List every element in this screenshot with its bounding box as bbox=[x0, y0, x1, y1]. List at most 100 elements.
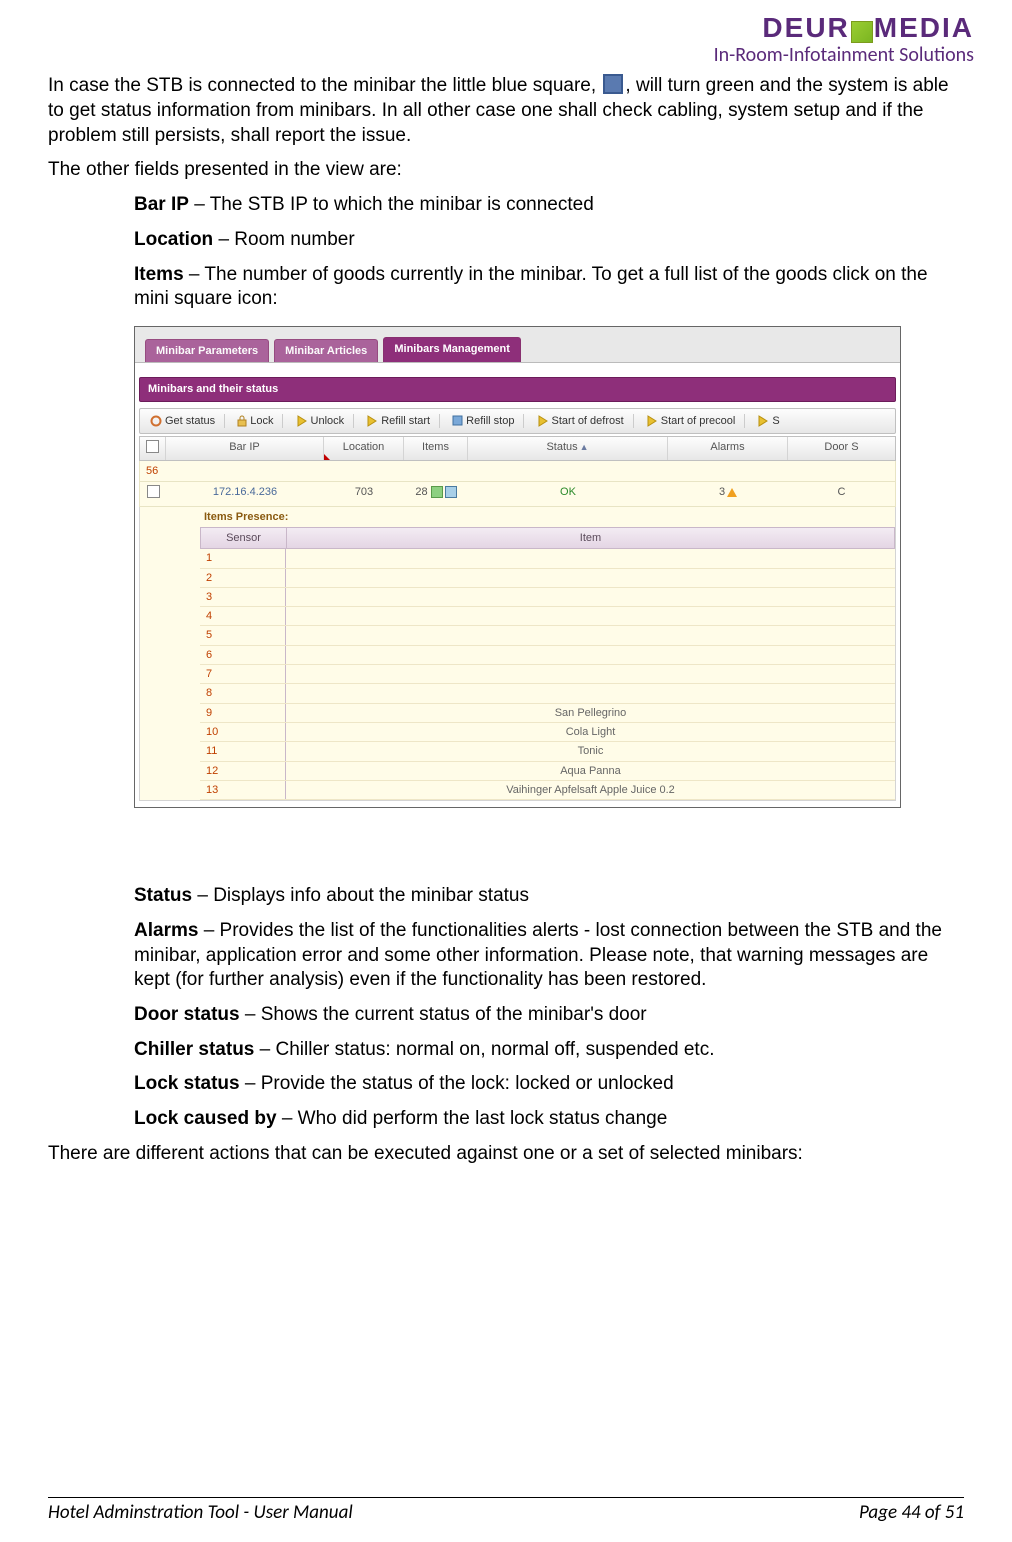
items-presence-row: 6 bbox=[200, 646, 895, 665]
cell-item: Aqua Panna bbox=[286, 762, 895, 780]
cell-item bbox=[286, 665, 895, 683]
play-icon bbox=[537, 415, 549, 427]
cell-sensor: 4 bbox=[200, 607, 286, 625]
items-green-icon[interactable] bbox=[431, 486, 443, 498]
items-presence-row: 8 bbox=[200, 684, 895, 703]
field-items: Items – The number of goods currently in… bbox=[134, 263, 964, 312]
cell-sensor: 12 bbox=[200, 762, 286, 780]
refresh-icon bbox=[150, 415, 162, 427]
cell-item bbox=[286, 569, 895, 587]
toolbar: Get status Lock Unlock Refill start Refi… bbox=[139, 408, 896, 434]
data-row[interactable]: 172.16.4.236 703 28 OK 3 C bbox=[139, 482, 896, 506]
play-icon bbox=[646, 415, 658, 427]
items-presence-row: 7 bbox=[200, 665, 895, 684]
items-presence-row: 12Aqua Panna bbox=[200, 762, 895, 781]
items-detail-icon[interactable] bbox=[445, 486, 457, 498]
field-alarms: Alarms – Provides the list of the functi… bbox=[134, 919, 964, 993]
grid-header: Bar IP Location Items Status▲ Alarms Doo… bbox=[139, 436, 896, 461]
tab-minibar-parameters[interactable]: Minibar Parameters bbox=[145, 339, 269, 362]
items-presence-panel: Items Presence: Sensor Item 123456789San… bbox=[139, 507, 896, 801]
warning-icon bbox=[727, 488, 737, 497]
items-presence-row: 9San Pellegrino bbox=[200, 704, 895, 723]
cell-item bbox=[286, 626, 895, 644]
col-sensor[interactable]: Sensor bbox=[201, 528, 287, 548]
cell-door: C bbox=[788, 482, 895, 505]
cell-bar-ip: 172.16.4.236 bbox=[166, 482, 324, 505]
lock-icon bbox=[237, 415, 247, 427]
page-footer: Hotel Adminstration Tool - User Manual P… bbox=[48, 1497, 964, 1526]
col-alarms[interactable]: Alarms bbox=[668, 437, 788, 460]
cell-sensor: 3 bbox=[200, 588, 286, 606]
items-presence-row: 4 bbox=[200, 607, 895, 626]
sort-marker-icon bbox=[324, 454, 330, 460]
col-status[interactable]: Status▲ bbox=[468, 437, 668, 460]
blue-square-icon bbox=[603, 74, 623, 94]
tab-bar: Minibar Parameters Minibar Articles Mini… bbox=[135, 327, 900, 363]
col-bar-ip[interactable]: Bar IP bbox=[166, 437, 324, 460]
items-presence-row: 13Vaihinger Apfelsaft Apple Juice 0.2 bbox=[200, 781, 895, 800]
unlock-button[interactable]: Unlock bbox=[290, 412, 351, 430]
cell-sensor: 11 bbox=[200, 742, 286, 760]
cell-sensor: 5 bbox=[200, 626, 286, 644]
tab-minibar-articles[interactable]: Minibar Articles bbox=[274, 339, 378, 362]
cell-sensor: 1 bbox=[200, 549, 286, 567]
get-status-button[interactable]: Get status bbox=[144, 412, 221, 430]
cell-items: 28 bbox=[404, 482, 468, 505]
row-checkbox[interactable] bbox=[147, 485, 160, 498]
cell-item: Vaihinger Apfelsaft Apple Juice 0.2 bbox=[286, 781, 895, 799]
cell-item: Cola Light bbox=[286, 723, 895, 741]
field-bar-ip: Bar IP – The STB IP to which the minibar… bbox=[134, 193, 964, 218]
cell-item bbox=[286, 646, 895, 664]
cell-item bbox=[286, 549, 895, 567]
col-item[interactable]: Item bbox=[287, 528, 894, 548]
cell-item: San Pellegrino bbox=[286, 704, 895, 722]
cell-sensor: 7 bbox=[200, 665, 286, 683]
play-icon bbox=[366, 415, 378, 427]
logo-text-pre: DEUR bbox=[762, 12, 849, 43]
screenshot-panel: Minibar Parameters Minibar Articles Mini… bbox=[134, 326, 901, 808]
toolbar-more-button[interactable]: S bbox=[751, 412, 785, 430]
cell-item bbox=[286, 607, 895, 625]
play-icon bbox=[757, 415, 769, 427]
footer-page: Page 44 of 51 bbox=[859, 1501, 964, 1526]
brand-logo: DEURMEDIA In-Room-Infotainment Solutions bbox=[48, 10, 974, 68]
cell-sensor: 10 bbox=[200, 723, 286, 741]
group-row[interactable]: 56 bbox=[139, 461, 896, 482]
items-presence-header: Sensor Item bbox=[200, 527, 895, 549]
field-status: Status – Displays info about the minibar… bbox=[134, 884, 964, 909]
field-lock-caused-by: Lock caused by – Who did perform the las… bbox=[134, 1107, 964, 1132]
items-presence-row: 5 bbox=[200, 626, 895, 645]
refill-stop-button[interactable]: Refill stop bbox=[446, 412, 520, 430]
items-presence-row: 3 bbox=[200, 588, 895, 607]
paragraph-fields-intro: The other fields presented in the view a… bbox=[48, 158, 964, 183]
start-precool-button[interactable]: Start of precool bbox=[640, 412, 742, 430]
items-presence-title: Items Presence: bbox=[200, 507, 895, 527]
lock-button[interactable]: Lock bbox=[231, 412, 279, 430]
refill-start-button[interactable]: Refill start bbox=[360, 412, 436, 430]
play-icon bbox=[296, 415, 308, 427]
col-location[interactable]: Location bbox=[324, 437, 404, 460]
cell-sensor: 13 bbox=[200, 781, 286, 799]
col-door[interactable]: Door S bbox=[788, 437, 895, 460]
start-defrost-button[interactable]: Start of defrost bbox=[531, 412, 630, 430]
field-location: Location – Room number bbox=[134, 228, 964, 253]
footer-title: Hotel Adminstration Tool - User Manual bbox=[48, 1501, 353, 1526]
field-door-status: Door status – Shows the current status o… bbox=[134, 1003, 964, 1028]
items-presence-row: 11Tonic bbox=[200, 742, 895, 761]
cell-item bbox=[286, 684, 895, 702]
tab-minibars-management[interactable]: Minibars Management bbox=[383, 337, 521, 362]
cell-item: Tonic bbox=[286, 742, 895, 760]
stop-icon bbox=[452, 415, 463, 426]
cell-location: 703 bbox=[324, 482, 404, 505]
cell-sensor: 2 bbox=[200, 569, 286, 587]
items-presence-row: 1 bbox=[200, 549, 895, 568]
col-items[interactable]: Items bbox=[404, 437, 468, 460]
items-presence-row: 10Cola Light bbox=[200, 723, 895, 742]
cell-item bbox=[286, 588, 895, 606]
field-chiller-status: Chiller status – Chiller status: normal … bbox=[134, 1038, 964, 1063]
field-lock-status: Lock status – Provide the status of the … bbox=[134, 1072, 964, 1097]
logo-square-icon bbox=[851, 21, 873, 43]
paragraph-intro: In case the STB is connected to the mini… bbox=[48, 74, 964, 148]
select-all-checkbox[interactable] bbox=[146, 440, 159, 453]
cell-alarms: 3 bbox=[668, 482, 788, 505]
